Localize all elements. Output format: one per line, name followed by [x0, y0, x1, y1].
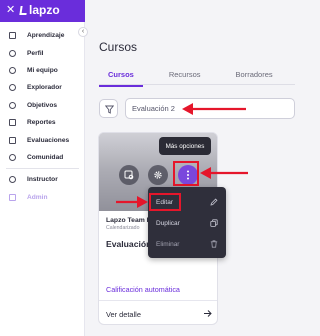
sidebar-item-label: Reportes	[27, 119, 56, 127]
sidebar-item-explorador[interactable]: Explorador	[0, 79, 85, 96]
sidebar-item-aprendizaje[interactable]: Aprendizaje	[0, 27, 85, 44]
sidebar-item-instructor[interactable]: Instructor	[0, 171, 85, 188]
book-icon	[9, 32, 16, 40]
sidebar-item-label: Comunidad	[27, 153, 64, 161]
admin-icon	[9, 193, 16, 201]
menu-item-duplicar[interactable]: Duplicar	[148, 213, 226, 233]
sidebar-item-label: Objetivos	[27, 101, 58, 109]
logo: lapzo	[19, 3, 60, 17]
target-icon	[9, 101, 16, 109]
sidebar-item-label: Aprendizaje	[27, 32, 65, 40]
preview-button[interactable]	[119, 165, 139, 185]
menu-item-eliminar[interactable]: Eliminar	[148, 234, 226, 254]
team-icon	[9, 66, 16, 74]
pencil-icon	[210, 198, 218, 206]
sidebar-item-evaluaciones[interactable]: Evaluaciones	[0, 131, 85, 148]
sidebar-item-label: Explorador	[27, 84, 62, 92]
sidebar-item-label: Mi equipo	[27, 66, 58, 74]
page-title: Cursos	[99, 40, 138, 54]
sidebar-item-objetivos[interactable]: Objetivos	[0, 97, 85, 114]
sidebar-item-label: Instructor	[27, 176, 58, 184]
sidebar: ✕ lapzo ‹ Aprendizaje Perfil Mi equipo E…	[0, 0, 88, 336]
sidebar-item-label: Perfil	[27, 49, 44, 57]
logo-text: lapzo	[29, 3, 60, 17]
filter-icon	[105, 105, 114, 114]
arrow-right-icon[interactable]	[203, 309, 212, 318]
close-icon[interactable]: ✕	[6, 4, 15, 16]
card-divider	[99, 300, 217, 301]
sidebar-item-mi-equipo[interactable]: Mi equipo	[0, 62, 85, 79]
annotation-box-more-options	[173, 161, 199, 186]
menu-item-label: Eliminar	[156, 240, 180, 248]
sidebar-item-admin[interactable]: Admin	[0, 189, 85, 206]
auto-grading-link[interactable]: Calificación automática	[106, 285, 180, 294]
sidebar-item-comunidad[interactable]: Comunidad	[0, 149, 85, 166]
view-detail-link[interactable]: Ver detalle	[106, 310, 141, 319]
sidebar-item-label: Evaluaciones	[27, 136, 70, 144]
sidebar-item-perfil[interactable]: Perfil	[0, 44, 85, 61]
gear-icon	[154, 171, 162, 179]
settings-button[interactable]	[148, 165, 168, 185]
search-input[interactable]	[125, 98, 295, 119]
tabs-divider	[99, 84, 295, 85]
user-icon	[9, 49, 16, 57]
tooltip: Más opciones	[159, 137, 211, 155]
sidebar-item-reportes[interactable]: Reportes	[0, 114, 85, 131]
report-icon	[9, 119, 16, 127]
menu-item-label: Duplicar	[156, 219, 180, 227]
app-header: ✕ lapzo	[0, 0, 85, 22]
sidebar-item-label: Admin	[27, 193, 48, 201]
heart-icon	[9, 153, 16, 161]
preview-icon	[124, 170, 134, 180]
sidebar-divider	[6, 168, 79, 170]
annotation-box-editar	[149, 193, 181, 211]
search-icon	[9, 84, 16, 92]
filter-button[interactable]	[99, 99, 118, 118]
trash-icon	[210, 240, 218, 248]
code-icon	[9, 136, 16, 144]
instructor-icon	[9, 176, 16, 184]
sidebar-nav: Aprendizaje Perfil Mi equipo Explorador …	[0, 27, 85, 206]
copy-icon	[210, 219, 218, 227]
